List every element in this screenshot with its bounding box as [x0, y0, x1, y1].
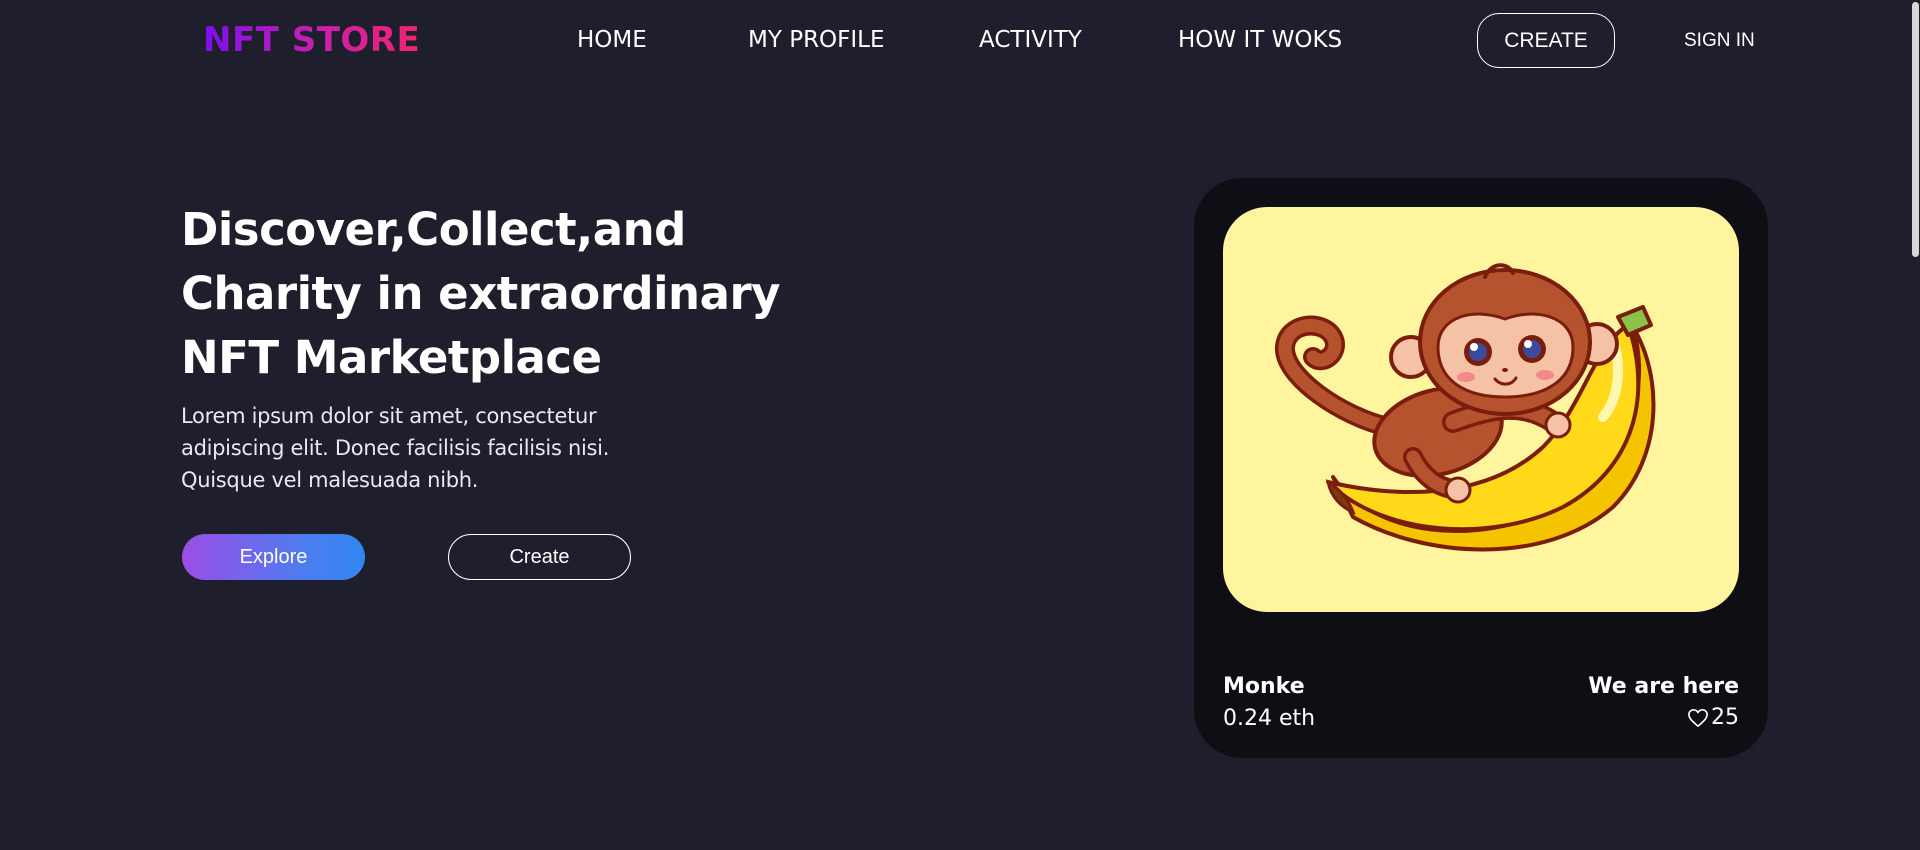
nft-card[interactable]: Monke 0.24 eth We are here 25 [1194, 178, 1768, 758]
nft-price: 0.24 eth [1223, 706, 1316, 731]
hero-title-line: Discover,Collect,and [181, 203, 686, 256]
logo[interactable]: NFT STORE [203, 20, 420, 60]
like-count: 25 [1711, 705, 1739, 730]
nav-how-it-works[interactable]: HOW IT WOKS [1178, 27, 1342, 53]
hero-title-line: NFT Marketplace [181, 331, 602, 384]
hero-create-button[interactable]: Create [448, 534, 631, 580]
nav-home[interactable]: HOME [577, 27, 647, 53]
monkey-on-banana-illustration [1275, 263, 1656, 552]
scrollbar-thumb[interactable] [1912, 2, 1919, 257]
nav-my-profile[interactable]: MY PROFILE [748, 27, 885, 53]
heart-icon [1687, 708, 1709, 728]
create-button[interactable]: CREATE [1477, 13, 1615, 68]
nft-tag: We are here [1588, 674, 1739, 699]
nft-image[interactable] [1223, 207, 1739, 612]
hero-description: Lorem ipsum dolor sit amet, consectetur … [181, 404, 610, 492]
like-button[interactable]: 25 [1687, 705, 1739, 730]
hero-title-line: Charity in extraordinary [181, 267, 780, 320]
page-scrollbar[interactable] [1910, 0, 1920, 850]
hero-title: Discover,Collect,and Charity in extraord… [181, 198, 781, 390]
nav-activity[interactable]: ACTIVITY [979, 27, 1082, 53]
explore-button[interactable]: Explore [182, 534, 365, 580]
sign-in-link[interactable]: SIGN IN [1684, 30, 1755, 52]
nft-name: Monke [1223, 674, 1305, 699]
